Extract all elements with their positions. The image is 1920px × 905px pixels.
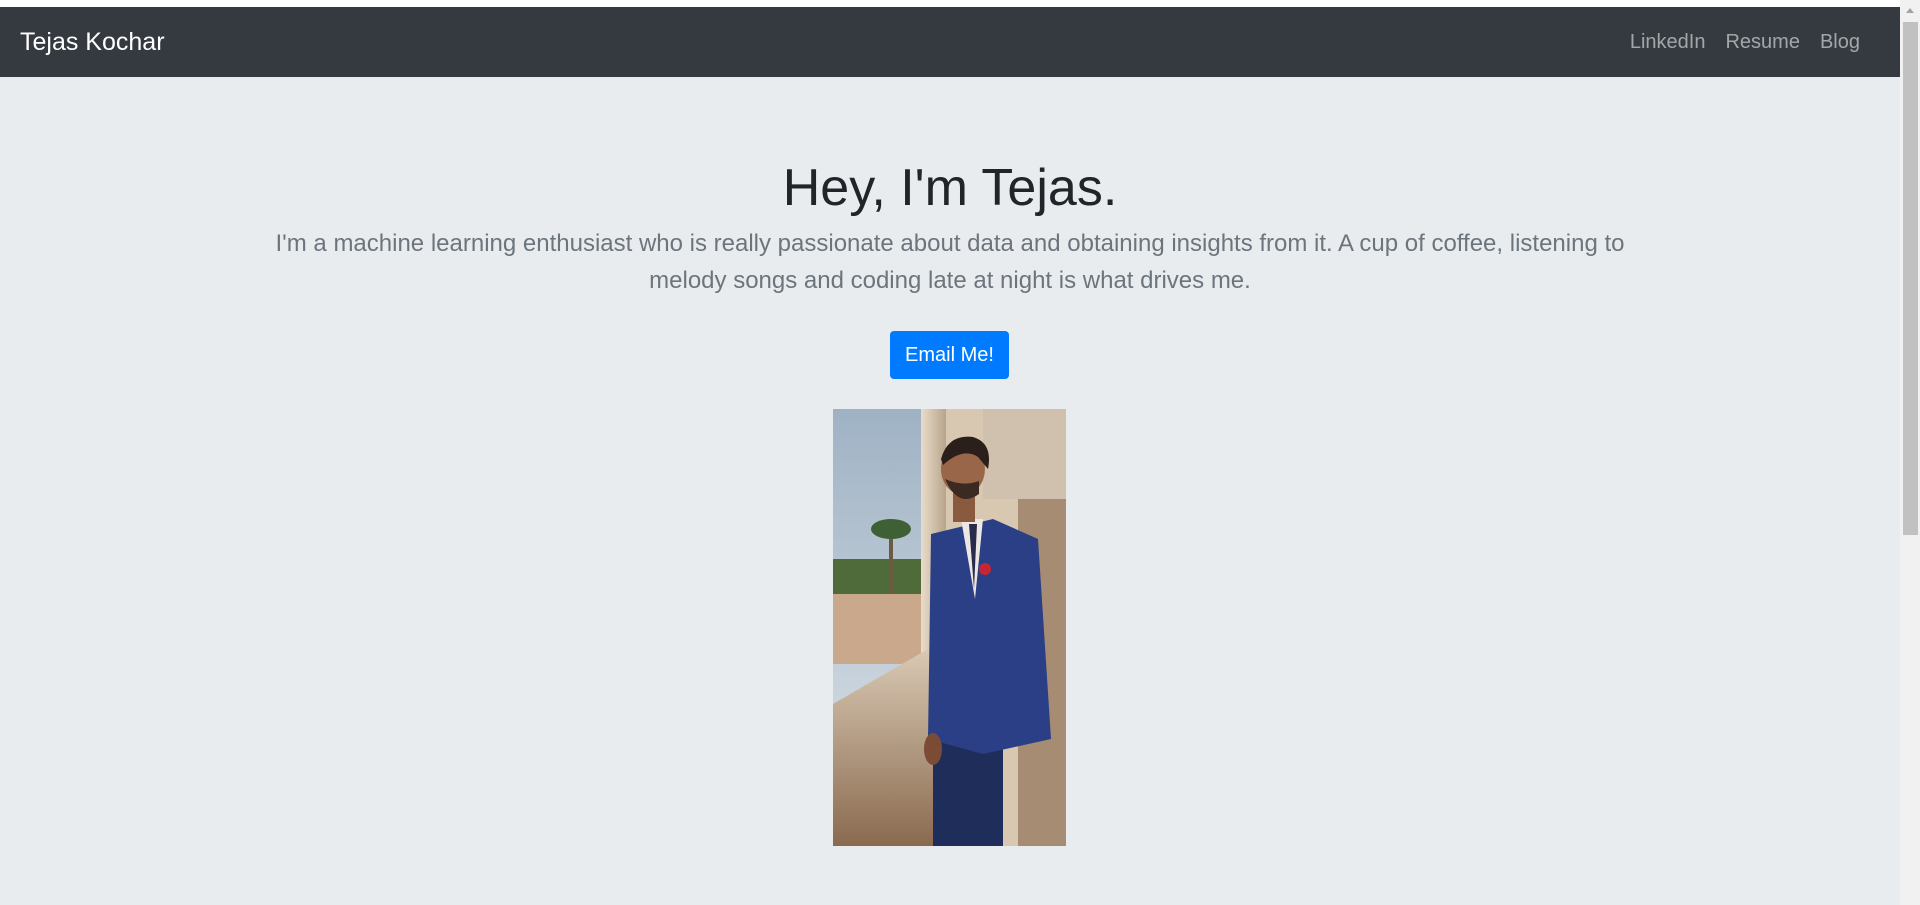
navbar: Tejas Kochar LinkedIn Resume Blog bbox=[0, 7, 1900, 77]
nav-links: LinkedIn Resume Blog bbox=[1620, 31, 1870, 54]
profile-photo bbox=[833, 409, 1066, 846]
brand-link[interactable]: Tejas Kochar bbox=[20, 28, 165, 57]
hero-section: Hey, I'm Tejas. I'm a machine learning e… bbox=[0, 77, 1900, 905]
scroll-up-button[interactable] bbox=[1900, 0, 1920, 20]
nav-link-linkedin[interactable]: LinkedIn bbox=[1620, 31, 1716, 54]
chevron-up-icon bbox=[1906, 7, 1914, 13]
scroll-thumb[interactable] bbox=[1903, 22, 1918, 535]
vertical-scrollbar[interactable] bbox=[1900, 0, 1920, 905]
page: Tejas Kochar LinkedIn Resume Blog Hey, I… bbox=[0, 0, 1900, 905]
top-strip bbox=[0, 0, 1900, 7]
nav-link-resume[interactable]: Resume bbox=[1715, 31, 1809, 54]
nav-link-blog[interactable]: Blog bbox=[1810, 31, 1870, 54]
hero-lead: I'm a machine learning enthusiast who is… bbox=[275, 230, 1625, 294]
hero-title: Hey, I'm Tejas. bbox=[782, 159, 1118, 217]
email-me-button[interactable]: Email Me! bbox=[890, 331, 1009, 379]
